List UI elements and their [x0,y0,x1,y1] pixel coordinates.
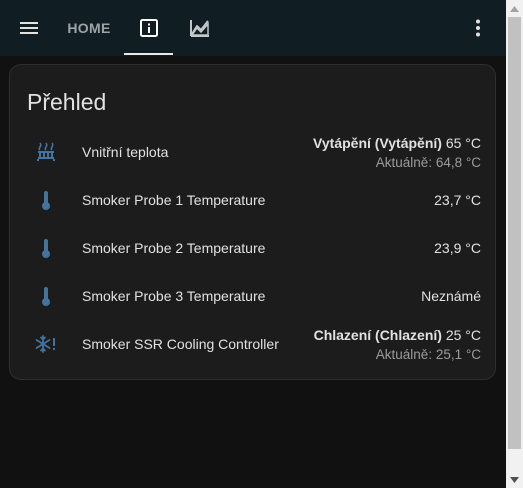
thermometer-icon [42,191,50,210]
overview-card: Přehled Vnitřní teplota Vytápění (Vytápě… [9,64,496,380]
top-toolbar: HOME [0,0,506,56]
scrollbar-thumb[interactable] [508,17,521,449]
entity-state: 23,7 °C [434,192,481,208]
tab-home[interactable]: HOME [56,0,122,56]
entity-state: Vytápění (Vytápění) 65 °C Aktuálně: 64,8… [313,128,481,176]
entity-state: Neznámé [421,288,481,304]
target-temperature: 65 °C [445,134,481,151]
hvac-mode: Vytápění (Vytápění) [313,134,442,151]
scroll-down-arrow-icon[interactable] [506,471,523,488]
entity-name: Smoker SSR Cooling Controller [82,336,279,352]
entity-row-probe-1[interactable]: Smoker Probe 1 Temperature 23,7 °C [10,176,497,224]
app-window: HOME Přehled Vnitřní teplota Vytápění (V… [0,0,523,488]
chart-area-icon [190,20,209,37]
tab-history[interactable] [176,0,224,56]
card-title: Přehled [27,89,107,115]
scroll-up-arrow-icon[interactable] [506,0,523,17]
info-box-icon [139,19,158,37]
tab-overview[interactable] [124,0,173,56]
entity-row-indoor-temperature[interactable]: Vnitřní teplota Vytápění (Vytápění) 65 °… [10,128,497,176]
thermometer-icon [42,239,50,258]
current-temperature: Aktuálně: 25,1 °C [375,346,481,362]
dots-vertical-icon [476,19,480,37]
hvac-mode: Chlazení (Chlazení) [313,326,442,343]
more-options-button[interactable] [456,0,500,56]
entity-name: Smoker Probe 3 Temperature [82,288,266,304]
target-temperature: 25 °C [445,326,481,343]
entity-name: Smoker Probe 1 Temperature [82,192,266,208]
entity-state: Chlazení (Chlazení) 25 °C Aktuálně: 25,1… [314,320,481,368]
thermometer-icon [42,287,50,306]
active-tab-indicator [124,53,173,55]
menu-button[interactable] [6,0,52,56]
entity-row-ssr-cooling[interactable]: Smoker SSR Cooling Controller Chlazení (… [10,320,497,368]
entity-state: 23,9 °C [434,240,481,256]
vertical-scrollbar[interactable] [506,0,523,488]
entity-name: Vnitřní teplota [82,144,169,160]
radiator-icon [37,142,55,161]
current-temperature: Aktuálně: 64,8 °C [375,154,481,170]
hamburger-menu-icon [20,22,38,34]
entity-row-probe-3[interactable]: Smoker Probe 3 Temperature Neznámé [10,272,497,320]
entity-name: Smoker Probe 2 Temperature [82,240,266,256]
entity-row-probe-2[interactable]: Smoker Probe 2 Temperature 23,9 °C [10,224,497,272]
snowflake-alert-icon [35,335,55,353]
